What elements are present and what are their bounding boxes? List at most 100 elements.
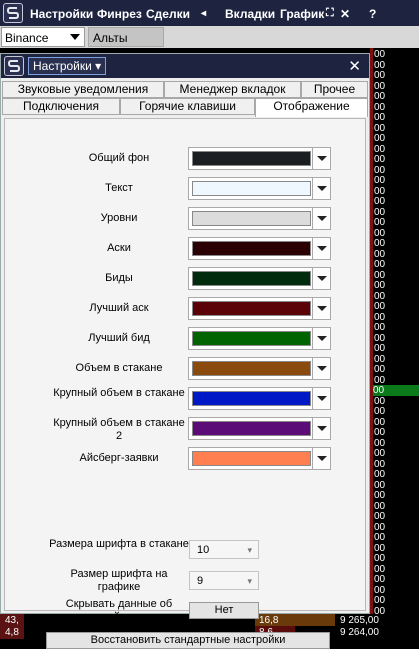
font-chart-select[interactable]: 9 ▾ bbox=[189, 571, 259, 590]
tab-alts[interactable]: Альты bbox=[88, 27, 164, 47]
chevron-down-icon[interactable] bbox=[312, 358, 330, 379]
color-picker[interactable] bbox=[188, 417, 331, 440]
color-swatch bbox=[192, 211, 311, 226]
color-picker[interactable] bbox=[188, 207, 331, 230]
color-setting-label: Биды bbox=[105, 272, 133, 284]
orderbook-cell: 00 bbox=[374, 364, 386, 375]
menu-settings[interactable]: Настройки bbox=[30, 7, 93, 21]
orderbook-cell: 00 bbox=[374, 269, 386, 281]
orderbook-cell: 00 bbox=[374, 584, 386, 596]
color-setting-label: Объем в стакане bbox=[75, 362, 163, 374]
orderbook-column: 00 00 00 00 00 00 00 00 00 00 00 00 00 00 00 00 00 00 00 00… bbox=[370, 48, 419, 617]
menu-trades[interactable]: Сделки bbox=[146, 7, 190, 21]
toolbar: Binance Альты bbox=[0, 26, 419, 48]
chevron-down-icon[interactable] bbox=[312, 208, 330, 229]
orderbook-cell: 00 bbox=[374, 458, 386, 470]
orderbook-cell: 00 bbox=[374, 238, 386, 249]
orderbook-cell: 00 bbox=[374, 521, 386, 533]
bottom-price-a: 9 265,00 bbox=[340, 615, 379, 626]
font-chart-value: 9 bbox=[197, 575, 204, 587]
orderbook-cell: 00 bbox=[374, 343, 386, 354]
app-logo-icon bbox=[3, 3, 23, 23]
color-setting-label: Крупный объем в стакане bbox=[53, 387, 185, 399]
menu-chart[interactable]: График bbox=[280, 7, 324, 21]
color-picker[interactable] bbox=[188, 297, 331, 320]
reset-defaults-button[interactable]: Восстановить стандартные настройки bbox=[46, 632, 330, 649]
orderbook-cell: 00 bbox=[374, 490, 386, 501]
color-swatch bbox=[192, 241, 311, 256]
color-picker[interactable] bbox=[188, 237, 331, 260]
fullscreen-icon[interactable]: ⛶ bbox=[326, 7, 334, 20]
settings-window: Настройки ▾ ✕ Звуковые уведомления Менед… bbox=[0, 53, 370, 649]
hide-position-label: Скрывать данные об открытой позиции bbox=[65, 598, 173, 623]
menu-finrez[interactable]: Финрез bbox=[97, 7, 142, 21]
color-picker[interactable] bbox=[188, 357, 331, 380]
hide-position-toggle[interactable]: Нет bbox=[189, 602, 259, 619]
chevron-down-icon[interactable] bbox=[312, 388, 330, 409]
chevron-down-icon bbox=[70, 34, 80, 40]
menu-tabs[interactable]: Вкладки bbox=[225, 7, 275, 21]
chevron-down-icon[interactable] bbox=[312, 298, 330, 319]
chevron-down-icon[interactable] bbox=[312, 148, 330, 169]
orderbook-cell: 00 bbox=[374, 175, 386, 186]
orderbook-cell: 00 bbox=[374, 511, 386, 522]
color-setting-label: Лучший бид bbox=[88, 332, 150, 344]
orderbook-cell: 00 bbox=[374, 574, 386, 585]
font-orderbook-select[interactable]: 10 ▾ bbox=[189, 540, 259, 559]
orderbook-cell: 00 bbox=[374, 143, 386, 155]
settings-menu-button[interactable]: Настройки ▾ bbox=[28, 57, 107, 75]
tab-display[interactable]: Отображение bbox=[255, 98, 368, 117]
orderbook-cell: 00 bbox=[374, 479, 386, 491]
tab-sound-notifications[interactable]: Звуковые уведомления bbox=[2, 81, 164, 98]
orderbook-cell: 00 bbox=[374, 227, 386, 239]
orderbook-cell: 00 bbox=[374, 185, 386, 197]
orderbook-cell: 00 bbox=[374, 416, 386, 428]
color-picker[interactable] bbox=[188, 267, 331, 290]
chevron-down-icon[interactable] bbox=[312, 268, 330, 289]
close-app-icon[interactable]: ✕ bbox=[340, 7, 350, 21]
bottom-left-b: 4,8 bbox=[5, 627, 19, 638]
tab-hotkeys[interactable]: Горячие клавиши bbox=[120, 98, 255, 115]
exchange-select[interactable]: Binance bbox=[1, 27, 85, 47]
font-chart-label: Размер шрифта на графике bbox=[70, 568, 168, 593]
chevron-down-icon[interactable] bbox=[312, 448, 330, 469]
tab-other[interactable]: Прочее bbox=[301, 81, 368, 98]
orderbook-cell: 00 bbox=[374, 206, 386, 218]
color-setting-label: Айсберг-заявки bbox=[79, 452, 159, 464]
chevron-down-icon[interactable] bbox=[312, 418, 330, 439]
color-swatch bbox=[192, 361, 311, 376]
color-swatch bbox=[192, 391, 311, 406]
collapse-icon[interactable]: ◂ bbox=[201, 8, 206, 19]
chevron-down-icon: ▾ bbox=[247, 576, 252, 586]
tab-tab-manager[interactable]: Менеджер вкладок bbox=[164, 81, 301, 98]
tab-connections[interactable]: Подключения bbox=[2, 98, 120, 115]
close-icon[interactable]: ✕ bbox=[348, 57, 361, 75]
color-picker[interactable] bbox=[188, 327, 331, 350]
bottom-mid-a: 16,8 bbox=[259, 615, 279, 626]
orderbook-cell: 00 bbox=[374, 101, 386, 113]
orderbook-cell: 00 bbox=[374, 437, 386, 449]
color-picker[interactable] bbox=[188, 147, 331, 170]
chevron-down-icon[interactable] bbox=[312, 238, 330, 259]
orderbook-cell: 00 bbox=[374, 112, 386, 123]
color-picker[interactable] bbox=[188, 447, 331, 470]
orderbook-cell: 00 bbox=[374, 322, 386, 333]
orderbook-cell: 00 bbox=[374, 553, 386, 564]
orderbook-cell: 00 bbox=[374, 217, 386, 228]
orderbook-cell: 00 bbox=[374, 70, 386, 81]
color-swatch bbox=[192, 301, 311, 316]
orderbook-cell: 00 bbox=[374, 448, 386, 459]
orderbook-cell: 00 bbox=[374, 542, 386, 554]
orderbook-cell: 00 bbox=[374, 332, 386, 344]
help-icon[interactable]: ? bbox=[369, 7, 376, 21]
orderbook-cell: 00 bbox=[374, 374, 386, 386]
color-setting-label: Текст bbox=[105, 182, 133, 194]
color-picker[interactable] bbox=[188, 177, 331, 200]
bottom-left-a: 43, bbox=[5, 615, 19, 626]
chevron-down-icon[interactable] bbox=[312, 178, 330, 199]
orderbook-cell: 00 bbox=[374, 164, 386, 176]
orderbook-cell: 00 bbox=[374, 122, 386, 134]
color-picker[interactable] bbox=[188, 387, 331, 410]
color-swatch bbox=[192, 151, 311, 166]
chevron-down-icon[interactable] bbox=[312, 328, 330, 349]
